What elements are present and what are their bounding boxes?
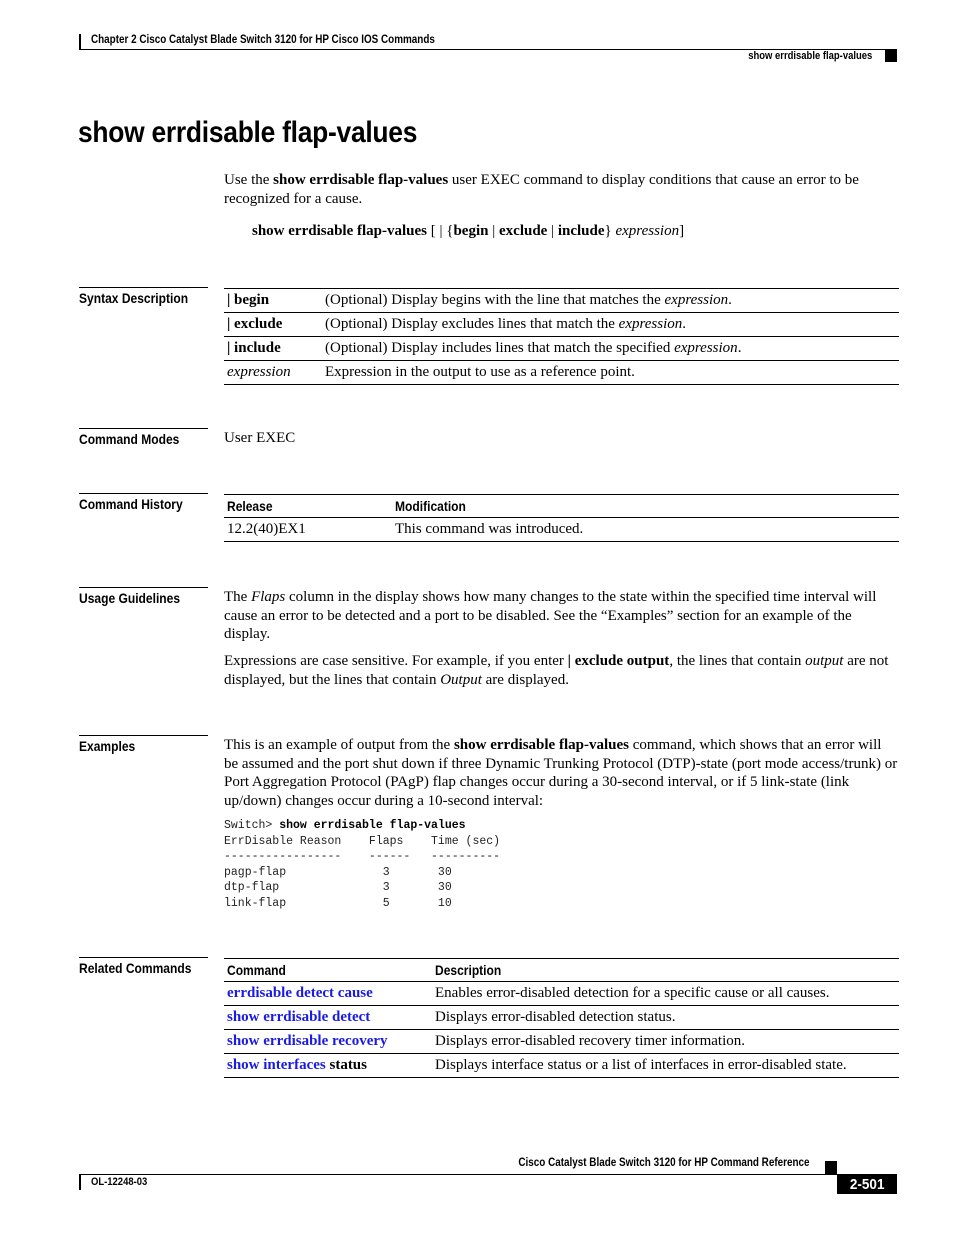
keyword-cell: expression (224, 360, 322, 385)
command-link[interactable]: show interfaces (227, 1057, 326, 1073)
intro-paragraph: Use the show errdisable flap-values user… (224, 171, 899, 208)
command-link[interactable]: show errdisable detect (227, 1009, 370, 1025)
code-line: ----------------- ------ ---------- (224, 850, 501, 863)
code-line: dtp-flap 3 30 (224, 881, 452, 894)
table-row: show interfaces status Displays interfac… (224, 1053, 899, 1078)
syntax-description-table: | begin (Optional) Display begins with t… (224, 288, 899, 385)
syntax-begin: begin (453, 223, 489, 239)
table-row: | begin (Optional) Display begins with t… (224, 288, 899, 313)
description-cell: (Optional) Display includes lines that m… (322, 336, 899, 361)
syntax-command: show errdisable flap-values (252, 223, 428, 239)
syntax-punct: } (604, 223, 616, 239)
command-cell: errdisable detect cause (224, 981, 432, 1006)
description-cell: (Optional) Display begins with the line … (322, 288, 899, 313)
table-row: | include (Optional) Display includes li… (224, 336, 899, 361)
related-commands-table: Command Description errdisable detect ca… (224, 958, 899, 1078)
usage-paragraph-1: The Flaps column in the display shows ho… (224, 589, 877, 642)
table-row: show errdisable recovery Displays error-… (224, 1029, 899, 1054)
syntax-punct: | (488, 223, 499, 239)
description-cell: (Optional) Display excludes lines that m… (322, 312, 899, 337)
section-label-command-history: Command History (79, 493, 208, 512)
command-cell: show interfaces status (224, 1053, 432, 1078)
command-cell: show errdisable detect (224, 1005, 432, 1030)
modification-cell: This command was introduced. (392, 517, 899, 542)
footer-rule (79, 1174, 897, 1175)
table-header-row: Release Modification (224, 494, 899, 518)
header-block (885, 50, 897, 62)
code-command: show errdisable flap-values (279, 819, 466, 832)
column-header-release: Release (224, 494, 392, 518)
table-row: | exclude (Optional) Display excludes li… (224, 312, 899, 337)
command-link[interactable]: errdisable detect cause (227, 985, 373, 1001)
header-chapter: Chapter 2 Cisco Catalyst Blade Switch 31… (91, 34, 435, 46)
description-cell: Enables error-disabled detection for a s… (432, 981, 899, 1006)
code-prompt: Switch> (224, 819, 280, 832)
command-cell: show errdisable recovery (224, 1029, 432, 1054)
intro-command: show errdisable flap-values (273, 172, 449, 188)
syntax-include: include (557, 223, 605, 239)
section-label-syntax-description: Syntax Description (79, 287, 208, 306)
section-label-command-modes: Command Modes (79, 428, 208, 447)
column-header-command: Command (224, 958, 432, 982)
keyword-cell: | begin (224, 288, 322, 313)
page-title: show errdisable flap-values (78, 116, 418, 149)
header-section: show errdisable flap-values (747, 50, 872, 62)
command-link[interactable]: show errdisable recovery (227, 1033, 388, 1049)
description-cell: Displays error-disabled detection status… (432, 1005, 899, 1030)
release-cell: 12.2(40)EX1 (224, 517, 392, 542)
footer-block (825, 1161, 837, 1175)
syntax-punct: ] (679, 223, 685, 239)
section-label-related-commands: Related Commands (79, 957, 208, 976)
syntax-punct: | (547, 223, 558, 239)
usage-paragraph-2: Expressions are case sensitive. For exam… (224, 653, 889, 688)
table-row: expression Expression in the output to u… (224, 360, 899, 385)
keyword-cell: | include (224, 336, 322, 361)
column-header-description: Description (432, 958, 899, 982)
description-cell: Displays interface status or a list of i… (432, 1053, 899, 1078)
footer-title: Cisco Catalyst Blade Switch 3120 for HP … (518, 1157, 810, 1169)
command-modes-value: User EXEC (224, 430, 296, 446)
header-left-bar (79, 34, 81, 50)
description-cell: Expression in the output to use as a ref… (322, 360, 899, 385)
table-row: 12.2(40)EX1 This command was introduced. (224, 517, 899, 542)
section-label-examples: Examples (79, 735, 208, 754)
column-header-modification: Modification (392, 494, 899, 518)
keyword-cell: | exclude (224, 312, 322, 337)
table-row: show errdisable detect Displays error-di… (224, 1005, 899, 1030)
example-code-block: Switch> show errdisable flap-values ErrD… (224, 818, 500, 911)
table-row: errdisable detect cause Enables error-di… (224, 981, 899, 1006)
syntax-expression: expression (615, 223, 680, 239)
footer-left-bar (79, 1174, 81, 1190)
syntax-exclude: exclude (499, 223, 548, 239)
code-line: ErrDisable Reason Flaps Time (sec) (224, 834, 501, 848)
code-line: pagp-flap 3 30 (224, 865, 452, 879)
code-line: link-flap 5 10 (224, 896, 452, 910)
command-suffix: status (325, 1057, 367, 1073)
section-label-usage-guidelines: Usage Guidelines (79, 587, 208, 606)
command-history-table: Release Modification 12.2(40)EX1 This co… (224, 494, 899, 542)
intro-text: Use the (224, 172, 274, 188)
table-header-row: Command Description (224, 958, 899, 982)
description-cell: Displays error-disabled recovery timer i… (432, 1029, 899, 1054)
syntax-punct: [ | { (427, 223, 454, 239)
footer-doc-id: OL-12248-03 (91, 1176, 148, 1188)
examples-paragraph: This is an example of output from the sh… (224, 737, 898, 809)
command-syntax: show errdisable flap-values [ | {begin |… (252, 222, 684, 241)
page-number: 2-501 (837, 1174, 897, 1194)
